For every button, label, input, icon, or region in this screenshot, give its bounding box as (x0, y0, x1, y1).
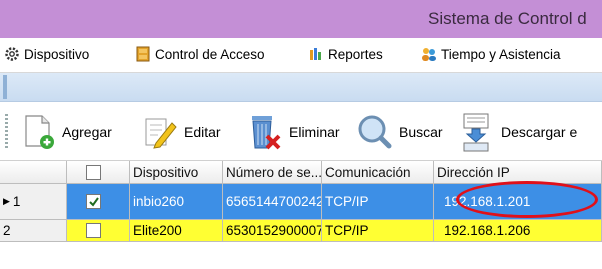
row-checkbox[interactable] (86, 194, 101, 209)
cell-communication: TCP/IP (322, 220, 434, 242)
cell-ip: 192.168.1.206 (434, 220, 602, 242)
cell-serial: 6530152900007 (223, 220, 322, 242)
current-row-arrow-icon: ▶ (3, 196, 10, 206)
menu-tiempo-asistencia-label: Tiempo y Asistencia (441, 46, 561, 62)
trash-icon (252, 116, 281, 150)
search-icon (358, 115, 392, 149)
menu-reportes-label: Reportes (328, 46, 383, 62)
cell-device: inbio260 (130, 184, 223, 220)
toolbar-grip[interactable] (5, 114, 8, 148)
row-checkbox[interactable] (86, 223, 101, 238)
row-number: 1 (12, 194, 21, 209)
cell-device: Elite200 (130, 220, 223, 242)
select-all-checkbox[interactable] (86, 164, 101, 180)
title-bar: Sistema de Control d (0, 0, 602, 38)
menu-control-acceso[interactable]: Control de Acceso (135, 46, 265, 62)
menu-bar: Dispositivo Control de Acceso Reportes T… (0, 38, 602, 73)
toolbar: Agregar Editar Eliminar Buscar Descargar… (0, 102, 602, 161)
band-divider (3, 75, 7, 99)
row-number: 2 (3, 223, 11, 238)
header-comunicacion[interactable]: Comunicación (322, 161, 434, 184)
window-title: Sistema de Control d (428, 9, 587, 28)
row-header-corner (0, 161, 67, 184)
add-button[interactable]: Agregar (20, 112, 112, 152)
row-checkbox-cell (67, 184, 130, 220)
delete-button-label: Eliminar (289, 124, 340, 140)
row-indicator: ▶ 1 (0, 184, 67, 220)
menu-dispositivo[interactable]: Dispositivo (4, 46, 89, 62)
menu-reportes[interactable]: Reportes (308, 46, 383, 62)
add-button-label: Agregar (62, 124, 112, 140)
download-button[interactable]: Descargar e (459, 112, 577, 152)
search-button[interactable]: Buscar (355, 112, 443, 152)
search-button-label: Buscar (399, 124, 443, 140)
add-document-icon (25, 115, 54, 149)
report-icon (308, 46, 324, 62)
checkmark-icon (88, 196, 99, 207)
edit-pencil-icon (145, 118, 177, 149)
download-icon (463, 113, 489, 152)
edit-button[interactable]: Editar (142, 112, 221, 152)
menu-tiempo-asistencia[interactable]: Tiempo y Asistencia (421, 46, 561, 62)
edit-button-label: Editar (184, 124, 221, 140)
menu-control-acceso-label: Control de Acceso (155, 46, 265, 62)
header-checkbox-cell (67, 161, 130, 184)
row-checkbox-cell (67, 220, 130, 242)
annotation-circle (456, 181, 598, 218)
row-indicator: 2 (0, 220, 67, 242)
gear-icon (4, 46, 20, 62)
toolbar-band (0, 73, 602, 102)
cell-communication: TCP/IP (322, 184, 434, 220)
download-button-label: Descargar e (501, 124, 578, 140)
header-numero-serie[interactable]: Número de se... (223, 161, 322, 184)
table-row[interactable]: 2 Elite200 6530152900007 TCP/IP 192.168.… (0, 220, 602, 242)
delete-button[interactable]: Eliminar (245, 112, 340, 152)
door-icon (135, 46, 151, 62)
cell-serial: 6565144700242 (223, 184, 322, 220)
users-icon (421, 46, 437, 62)
menu-dispositivo-label: Dispositivo (24, 46, 90, 62)
header-dispositivo[interactable]: Dispositivo (130, 161, 223, 184)
